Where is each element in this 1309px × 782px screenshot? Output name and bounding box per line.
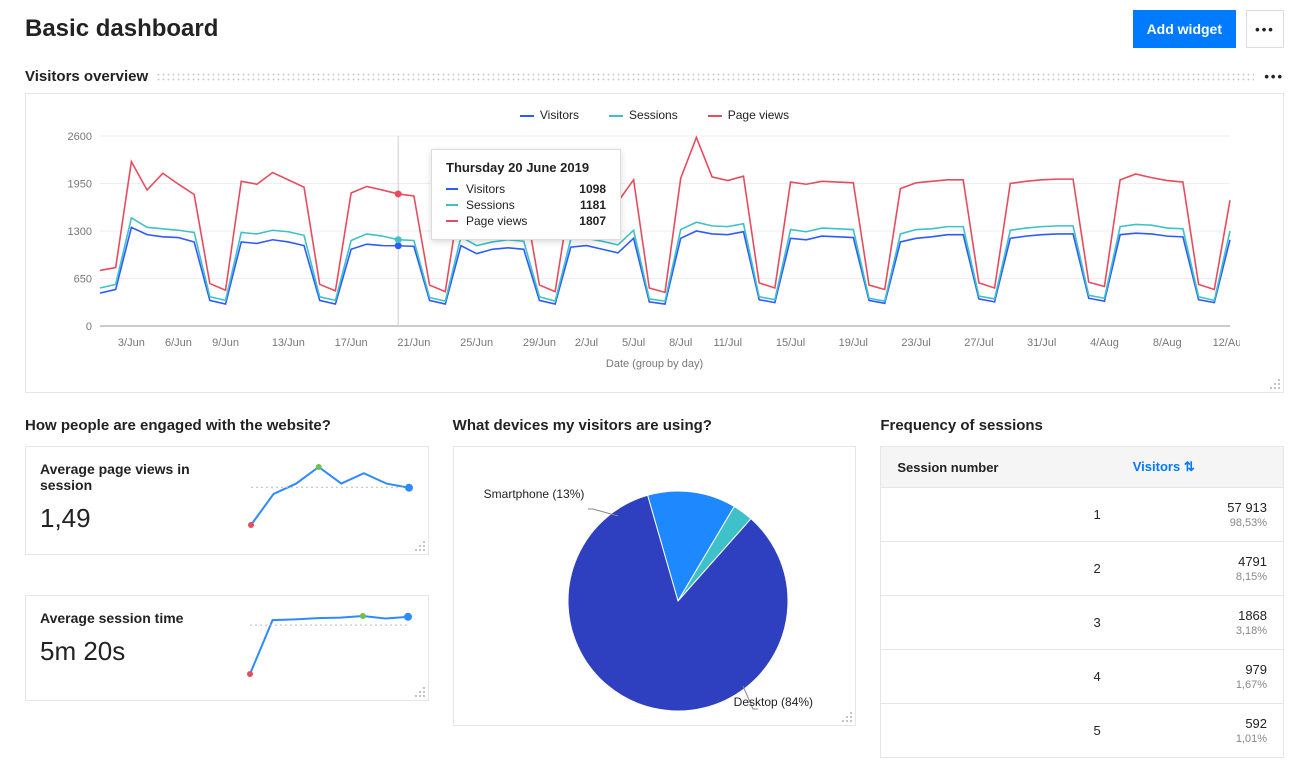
avg-page-views-widget: Average page views in session 1,49: [25, 446, 429, 555]
visitors-overview-widget: Visitors Sessions Page views 0 650 1300 195…: [25, 93, 1284, 393]
devices-pie-widget: Smartphone (13%) Desktop (84%): [453, 446, 857, 726]
resize-handle-icon[interactable]: [1269, 378, 1281, 390]
col-session-number[interactable]: Session number: [881, 447, 1117, 488]
widget-title: Visitors overview: [25, 68, 148, 85]
svg-text:12/Aug: 12/Aug: [1213, 337, 1240, 349]
svg-text:6/Jun: 6/Jun: [165, 337, 192, 349]
svg-text:21/Jun: 21/Jun: [397, 337, 430, 349]
pie-label-desktop: Desktop (84%): [734, 695, 813, 709]
pie-label-smartphone: Smartphone (13%): [484, 487, 585, 501]
cell-visitors: 9791,67%: [1117, 650, 1284, 704]
svg-text:9/Jun: 9/Jun: [212, 337, 239, 349]
svg-text:1300: 1300: [68, 226, 92, 238]
svg-text:5/Jul: 5/Jul: [622, 337, 645, 349]
svg-text:17/Jun: 17/Jun: [335, 337, 368, 349]
svg-text:11/Jul: 11/Jul: [714, 337, 743, 349]
overview-line-chart[interactable]: 0 650 1300 1950 2600 3/Jun 6/Jun 9/Jun 13/Jun 17/…: [40, 126, 1240, 356]
resize-handle-icon[interactable]: [414, 540, 426, 552]
table-header-row: Session number Visitors ⇅: [881, 447, 1284, 488]
legend-visitors[interactable]: Visitors: [520, 108, 579, 122]
cell-visitors: 18683,18%: [1117, 596, 1284, 650]
kpi-value: 1,49: [40, 503, 245, 534]
cell-visitors: 47918,15%: [1117, 542, 1284, 596]
col-visitors-sorted[interactable]: Visitors ⇅: [1117, 447, 1284, 488]
chart-tooltip: Thursday 20 June 2019 Visitors1098 Sessi…: [431, 149, 621, 240]
sparkline: [244, 610, 414, 680]
frequency-title: Frequency of sessions: [880, 417, 1284, 434]
legend-page-views[interactable]: Page views: [708, 108, 789, 122]
svg-text:0: 0: [86, 321, 92, 333]
kpi-label: Average session time: [40, 610, 183, 626]
svg-text:15/Jul: 15/Jul: [776, 337, 805, 349]
svg-text:3/Jun: 3/Jun: [118, 337, 145, 349]
svg-text:25/Jun: 25/Jun: [460, 337, 493, 349]
kpi-label: Average page views in session: [40, 461, 245, 493]
overview-header: Visitors overview •••: [25, 68, 1284, 85]
cell-session-number: 3: [881, 596, 1117, 650]
sparkline: [245, 461, 414, 531]
legend-sessions[interactable]: Sessions: [609, 108, 678, 122]
svg-text:8/Jul: 8/Jul: [669, 337, 692, 349]
svg-text:2600: 2600: [68, 131, 92, 143]
svg-text:23/Jul: 23/Jul: [901, 337, 930, 349]
resize-handle-icon[interactable]: [841, 711, 853, 723]
avg-session-time-widget: Average session time 5m 20s: [25, 595, 429, 701]
tooltip-title: Thursday 20 June 2019: [446, 160, 606, 175]
table-row[interactable]: 157 91398,53%: [881, 488, 1284, 542]
cell-session-number: 1: [881, 488, 1117, 542]
widget-menu-button[interactable]: •••: [1264, 69, 1284, 84]
svg-text:27/Jul: 27/Jul: [964, 337, 993, 349]
kpi-value: 5m 20s: [40, 636, 183, 667]
svg-text:19/Jul: 19/Jul: [839, 337, 868, 349]
header-fill: [156, 72, 1254, 82]
frequency-table: Session number Visitors ⇅ 157 91398,53%2…: [880, 446, 1284, 758]
svg-text:1950: 1950: [68, 179, 92, 191]
svg-text:31/Jul: 31/Jul: [1027, 337, 1056, 349]
table-row[interactable]: 318683,18%: [881, 596, 1284, 650]
page-title: Basic dashboard: [25, 15, 218, 43]
sort-icon: ⇅: [1184, 459, 1195, 474]
more-menu-button[interactable]: •••: [1246, 10, 1284, 48]
kebab-icon: •••: [1255, 22, 1275, 37]
resize-handle-icon[interactable]: [414, 686, 426, 698]
engagement-title: How people are engaged with the website?: [25, 417, 429, 434]
cell-session-number: 5: [881, 704, 1117, 758]
devices-title: What devices my visitors are using?: [453, 417, 857, 434]
table-row[interactable]: 55921,01%: [881, 704, 1284, 758]
svg-text:13/Jun: 13/Jun: [272, 337, 305, 349]
svg-text:29/Jun: 29/Jun: [523, 337, 556, 349]
table-row[interactable]: 247918,15%: [881, 542, 1284, 596]
svg-text:4/Aug: 4/Aug: [1090, 337, 1119, 349]
svg-text:650: 650: [74, 274, 92, 286]
cell-session-number: 4: [881, 650, 1117, 704]
cell-visitors: 57 91398,53%: [1117, 488, 1284, 542]
cell-visitors: 5921,01%: [1117, 704, 1284, 758]
table-row[interactable]: 49791,67%: [881, 650, 1284, 704]
add-widget-button[interactable]: Add widget: [1133, 10, 1236, 48]
x-axis-label: Date (group by day): [40, 358, 1269, 370]
page-header: Basic dashboard Add widget •••: [25, 0, 1284, 68]
svg-text:2/Jul: 2/Jul: [575, 337, 598, 349]
svg-text:8/Aug: 8/Aug: [1153, 337, 1182, 349]
cell-session-number: 2: [881, 542, 1117, 596]
